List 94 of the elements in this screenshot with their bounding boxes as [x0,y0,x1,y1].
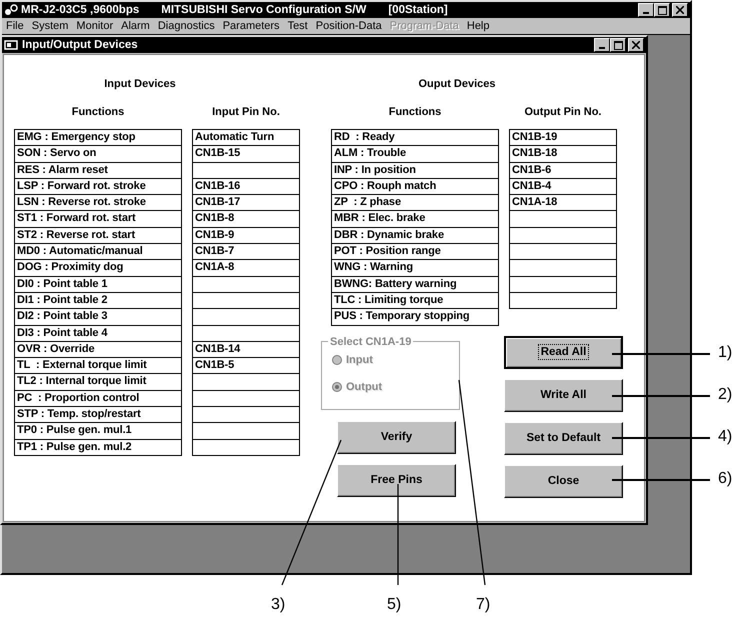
minimize-button[interactable] [638,3,654,17]
pin-cell: CN1B-16 [193,178,299,196]
action-button[interactable]: Verify [337,420,456,454]
column-header: Functions [388,106,442,120]
window-title: MITSUBISHI Servo Configuration S/W [161,4,366,16]
pin-cell: CN1B-15 [193,146,299,163]
pin-cell: CN1B-7 [193,244,299,260]
function-cell: LSP : Forward rot. stroke [15,178,181,196]
menu-item[interactable]: Diagnostics [158,20,215,32]
menu-item[interactable]: Alarm [121,20,150,32]
pin-cell: CN1B-18 [510,146,616,163]
function-cell: ST1 : Forward rot. start [15,211,181,228]
column-header: Output Pin No. [524,106,602,120]
function-cell: OVR : Override [15,342,181,358]
function-cell: MBR : Elec. brake [332,211,498,228]
menu-item[interactable]: Test [288,20,308,32]
group-title: Select CN1A-19 [329,336,412,348]
function-cell: PC : Proportion control [15,390,181,408]
menu-item[interactable]: System [32,20,68,32]
pin-cell: CN1A-18 [510,195,616,212]
function-cell: TL2 : Internal torque limit [15,374,181,391]
menu-item[interactable]: Help [466,20,490,32]
callout-label: 6) [718,470,732,488]
callout-label: 4) [718,428,732,446]
section-heading: Input Devices [104,78,176,92]
function-cell: INP : In position [332,162,498,179]
function-cell: SON : Servo on [15,146,181,163]
close-icon [676,6,684,14]
function-cell: STP : Temp. stop/restart [15,407,181,424]
pin-cell: CN1B-19 [510,130,616,146]
function-cell: ZP : Z phase [332,195,498,212]
action-button[interactable]: Set to Default [504,422,623,455]
column-header: Input Pin No. [211,106,281,120]
function-cell: RD : Ready [332,130,498,146]
function-cell: ALM : Trouble [332,146,498,163]
column-header: Functions [70,106,126,120]
close-icon [632,41,640,49]
menu-item[interactable]: Position-Data [316,20,382,32]
window-title: [00Station] [388,4,448,16]
window-icon [4,39,18,51]
close-button[interactable] [628,38,644,52]
function-cell: DI1 : Point table 2 [15,292,181,310]
menu-item[interactable]: Monitor [76,20,114,32]
window-title: MR-J2-03C5 ,9600bps [21,4,140,16]
function-cell: TLC : Limiting torque [332,292,498,310]
function-cell: CPO : Rouph match [332,178,498,196]
pin-cell: CN1B-8 [193,211,299,228]
maximize-button[interactable] [610,38,626,52]
action-button[interactable]: Write All [504,378,623,412]
menu-item[interactable]: Parameters [222,20,280,32]
callout-label: 1) [718,344,732,362]
pin-cell: CN1B-14 [193,342,299,358]
program-icon [4,4,18,16]
function-cell: DBR : Dynamic brake [332,228,498,244]
action-button[interactable]: Read All [504,336,623,369]
function-cell: DI2 : Point table 3 [15,309,181,326]
menu-item[interactable]: File [6,20,24,32]
pin-cell: CN1B-9 [193,228,299,244]
function-cell: TP0 : Pulse gen. mul.1 [15,423,181,440]
action-button[interactable]: Free Pins [337,464,456,497]
pin-cell: CN1A-8 [193,260,299,277]
minimize-icon [599,47,605,49]
minimize-icon [643,12,649,14]
callout-label: 5) [387,596,402,614]
function-cell: EMG : Emergency stop [15,130,181,146]
function-cell: DOG : Proximity dog [15,260,181,277]
close-button[interactable] [672,3,688,17]
pin-cell: Automatic Turn [193,130,299,146]
section-heading: Ouput Devices [418,78,496,92]
function-cell: TP1 : Pulse gen. mul.2 [15,440,181,456]
function-cell: ST2 : Reverse rot. start [15,228,181,244]
function-cell: WNG : Warning [332,260,498,277]
callout-label: 3) [271,596,286,614]
maximize-icon [658,6,666,14]
pin-cell: CN1B-17 [193,195,299,212]
function-cell: DI0 : Point table 1 [15,276,181,293]
function-cell: MD0 : Automatic/manual [15,244,181,260]
pin-cell: CN1B-4 [510,178,616,196]
function-cell: POT : Position range [332,244,498,260]
pin-cell: CN1B-5 [193,358,299,374]
function-cell: RES : Alarm reset [15,162,181,179]
function-cell: BWNG: Battery warning [332,276,498,293]
function-cell: TL : External torque limit [15,358,181,374]
window-title: Input/Output Devices [22,39,138,51]
action-button[interactable]: Close [504,464,623,498]
pin-cell: CN1B-6 [510,162,616,179]
maximize-button[interactable] [654,3,670,17]
minimize-button[interactable] [594,38,610,52]
function-cell: PUS : Temporary stopping [332,309,498,326]
maximize-icon [614,40,622,50]
callout-label: 2) [718,386,732,404]
callout-label: 7) [476,596,490,614]
function-cell: LSN : Reverse rot. stroke [15,195,181,212]
function-cell: DI3 : Point table 4 [15,326,181,342]
